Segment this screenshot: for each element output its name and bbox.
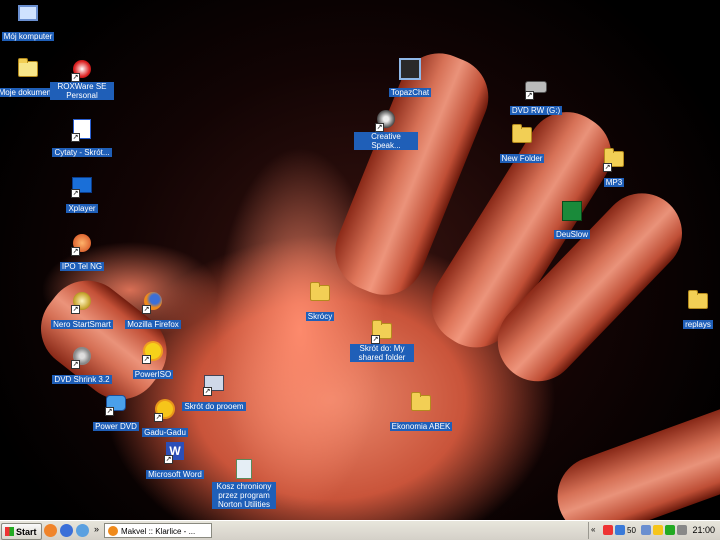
icon-label: Skrót do prooem — [182, 402, 246, 411]
app-icon: ↗ — [71, 58, 93, 82]
recycle-icon — [233, 458, 255, 480]
task-app-icon — [108, 526, 118, 536]
quicklaunch-firefox-icon[interactable] — [60, 524, 73, 537]
icon-label: Skrót do: My shared folder — [350, 344, 414, 362]
firefox-icon: ↗ — [142, 290, 164, 314]
desktop-icon-network-shortcut[interactable]: ↗ Skrót do prooem — [182, 372, 246, 414]
windows-logo-icon — [5, 527, 14, 536]
start-label: Start — [16, 526, 37, 537]
icon-label: Mozilla Firefox — [125, 320, 181, 329]
folder-icon — [309, 282, 331, 304]
word-icon: W ↗ — [164, 440, 186, 464]
desktop-icon-msword[interactable]: W ↗ Microsoft Word — [143, 440, 207, 482]
computer-icon — [17, 2, 39, 24]
desktop-icon-ekonomia[interactable]: Ekonomia ABEK — [389, 392, 453, 434]
icon-label: ROXWare SE Personal — [50, 82, 114, 100]
desktop-icon-skrocy[interactable]: Skrócy — [288, 282, 352, 324]
icon-label: DVD RW (G:) — [509, 106, 563, 115]
desktop-icon-mp3[interactable]: ↗ MP3 — [582, 148, 646, 190]
task-label: Makvel :: Klarlice - ... — [121, 527, 196, 536]
desktop-icon-xplayer[interactable]: ↗ Xplayer — [50, 174, 114, 216]
tray-messenger-icon[interactable] — [653, 525, 663, 535]
icon-label: PowerISO — [132, 370, 174, 379]
folder-icon — [511, 124, 533, 146]
icon-label: Nero StartSmart — [51, 320, 113, 329]
desktop-icon-recycle-bin[interactable]: Kosz chroniony przez program Norton Util… — [212, 458, 276, 512]
desktop-icon-new-folder[interactable]: New Folder — [490, 124, 554, 166]
chat-icon — [399, 58, 421, 80]
icon-label: Mój komputer — [1, 32, 55, 41]
icon-label: MP3 — [603, 178, 625, 187]
disc-icon: ↗ — [71, 345, 93, 369]
desktop-icon-firefox[interactable]: ↗ Mozilla Firefox — [121, 290, 185, 332]
folder-icon — [687, 290, 709, 312]
desktop-icon-topazchat[interactable]: TopazChat — [378, 58, 442, 100]
icon-label: replays — [683, 320, 713, 329]
taskbar-window-button[interactable]: Makvel :: Klarlice - ... — [104, 523, 212, 538]
system-tray: « 50 21:00 — [588, 522, 719, 539]
folder-icon — [410, 392, 432, 414]
quicklaunch-more-icon[interactable]: » — [94, 524, 99, 534]
nero-icon: ↗ — [71, 290, 93, 314]
icon-label: DeuSlow — [553, 230, 590, 239]
start-button[interactable]: Start — [1, 523, 42, 540]
folder-icon: ↗ — [371, 320, 393, 344]
icon-label: Cytaty - Skrót... — [52, 148, 112, 157]
documents-icon — [17, 58, 39, 80]
desktop-icon-creative-speaker[interactable]: ↗ Creative Speak... — [354, 108, 418, 153]
icon-label: Microsoft Word — [146, 470, 204, 479]
icon-label: New Folder — [499, 154, 545, 163]
dvd-icon: ↗ — [105, 392, 127, 416]
icon-label: Ekonomia ABEK — [389, 422, 453, 431]
quicklaunch-ie-icon[interactable] — [44, 524, 57, 537]
icon-label: Gadu-Gadu — [142, 428, 188, 437]
desktop-icon-dvdrw[interactable]: ↗ DVD RW (G:) — [504, 76, 568, 118]
desktop-icon-shared-folder[interactable]: ↗ Skrót do: My shared folder — [350, 320, 414, 365]
tray-volume-value[interactable]: 50 — [627, 522, 636, 539]
desktop-icon-my-computer[interactable]: Mój komputer — [0, 2, 60, 44]
desktop-icon-replays[interactable]: replays — [666, 290, 720, 332]
tray-network-icon[interactable] — [615, 525, 625, 535]
phone-icon: ↗ — [71, 232, 93, 256]
desktop-icon-poweriso[interactable]: ↗ PowerISO — [121, 340, 185, 382]
drive-icon: ↗ — [525, 76, 547, 100]
sun-icon: ↗ — [142, 340, 164, 364]
desktop-icon-ipotel[interactable]: ↗ IPO Tel NG — [50, 232, 114, 274]
icon-label: Skrócy — [305, 312, 335, 321]
icon-label: Xplayer — [66, 204, 98, 213]
tray-arrow-icon[interactable]: « — [591, 525, 601, 535]
clock[interactable]: 21:00 — [692, 522, 715, 539]
desktop-icon-nero-left[interactable]: ↗ Nero StartSmart — [50, 290, 114, 332]
tray-antivirus-icon[interactable] — [603, 525, 613, 535]
icon-label: Creative Speak... — [354, 132, 418, 150]
icon-label: Kosz chroniony przez program Norton Util… — [212, 482, 276, 509]
desktop-icon-roxware[interactable]: ↗ ROXWare SE Personal — [50, 58, 114, 103]
tray-update-icon[interactable] — [665, 525, 675, 535]
network-icon: ↗ — [203, 372, 225, 396]
book-icon — [561, 200, 583, 222]
speaker-icon: ↗ — [375, 108, 397, 132]
desktop-wallpaper[interactable]: Mój komputer Moje dokumenty ↗ ROXWare SE… — [0, 0, 720, 520]
player-icon: ↗ — [71, 174, 93, 198]
wallpaper-finger — [546, 393, 720, 520]
folder-icon: ↗ — [603, 148, 625, 172]
sun-icon: ↗ — [154, 398, 176, 422]
taskbar: Start » Makvel :: Klarlice - ... « 50 21… — [0, 520, 720, 540]
desktop-icon-deuslow[interactable]: DeuSlow — [540, 200, 604, 242]
icon-label: DVD Shrink 3.2 — [52, 375, 112, 384]
icon-label: IPO Tel NG — [59, 262, 105, 271]
tray-speaker-icon[interactable] — [677, 525, 687, 535]
desktop-icon-cytaty[interactable]: ↗ Cytaty - Skrót... — [50, 118, 114, 160]
tray-display-icon[interactable] — [641, 525, 651, 535]
quicklaunch-messenger-icon[interactable] — [76, 524, 89, 537]
document-icon: ↗ — [71, 118, 93, 142]
icon-label: TopazChat — [388, 88, 432, 97]
desktop-icon-dvdshrink[interactable]: ↗ DVD Shrink 3.2 — [50, 345, 114, 387]
